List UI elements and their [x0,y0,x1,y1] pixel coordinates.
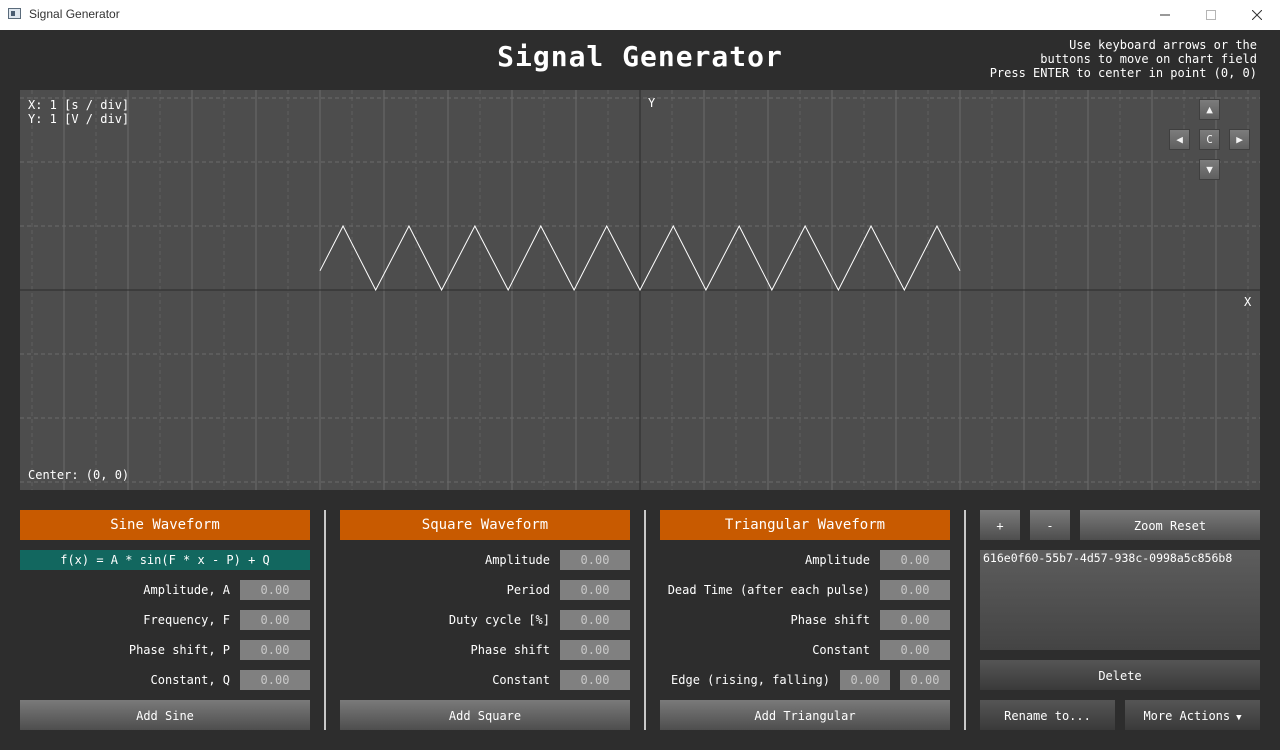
square-period-input[interactable] [560,580,630,600]
square-duty-input[interactable] [560,610,630,630]
sine-header: Sine Waveform [20,510,310,540]
delete-button[interactable]: Delete [980,660,1260,690]
square-amplitude-label: Amplitude [484,553,550,567]
maximize-button[interactable] [1188,0,1234,30]
y-axis-label: Y [648,96,656,110]
more-actions-label: More Actions [1143,709,1231,723]
triangular-amplitude-input[interactable] [880,550,950,570]
square-phase-label: Phase shift [470,643,550,657]
center-button[interactable]: C [1199,129,1220,150]
move-down-button[interactable]: ▼ [1199,159,1220,180]
panel-divider [324,510,326,730]
window-title: Signal Generator [29,7,120,21]
x-axis-label: X [1244,295,1252,309]
sine-amplitude-input[interactable] [240,580,310,600]
chart-center-readout: Center: (0, 0) [28,468,130,482]
rename-button[interactable]: Rename to... [980,700,1115,730]
sine-frequency-label: Frequency, F [143,613,230,627]
move-left-button[interactable]: ◀ [1169,129,1190,150]
close-button[interactable] [1234,0,1280,30]
more-actions-button[interactable]: More Actions ▼ [1125,700,1260,730]
arrow-left-icon: ◀ [1176,133,1183,146]
triangular-constant-label: Constant [812,643,870,657]
add-square-button[interactable]: Add Square [340,700,630,730]
app-icon [8,8,21,19]
sine-amplitude-label: Amplitude, A [143,583,230,597]
minimize-button[interactable] [1142,0,1188,30]
panel-divider [644,510,646,730]
sine-formula: f(x) = A * sin(F * x - P) + Q [20,550,310,570]
zoom-in-button[interactable]: + [980,510,1020,540]
panel-divider [964,510,966,730]
square-amplitude-input[interactable] [560,550,630,570]
triangular-edge-falling-input[interactable] [900,670,950,690]
triangular-amplitude-label: Amplitude [804,553,870,567]
triangular-constant-input[interactable] [880,640,950,660]
move-right-button[interactable]: ▶ [1229,129,1250,150]
add-sine-button[interactable]: Add Sine [20,700,310,730]
square-duty-label: Duty cycle [%] [448,613,550,627]
arrow-down-icon: ▼ [1206,163,1213,176]
chart-area[interactable]: X: 1 [s / div] Y: 1 [V / div] Y X Center… [20,90,1260,490]
scale-x-text: X: 1 [s / div] [28,98,130,112]
square-phase-input[interactable] [560,640,630,660]
center-label: C [1206,133,1213,146]
move-up-button[interactable]: ▲ [1199,99,1220,120]
sine-frequency-input[interactable] [240,610,310,630]
sine-constant-input[interactable] [240,670,310,690]
sine-phase-input[interactable] [240,640,310,660]
triangular-edge-label: Edge (rising, falling) [671,673,830,687]
signal-list[interactable]: 616e0f60-55b7-4d57-938c-0998a5c856b8 [980,550,1260,650]
list-item[interactable]: 616e0f60-55b7-4d57-938c-0998a5c856b8 [983,551,1232,565]
triangular-deadtime-label: Dead Time (after each pulse) [667,583,870,597]
chart-plot [20,90,1260,490]
maximize-icon [1206,10,1216,20]
zoom-out-button[interactable]: - [1030,510,1070,540]
triangular-deadtime-input[interactable] [880,580,950,600]
square-constant-label: Constant [492,673,550,687]
triangular-edge-rising-input[interactable] [840,670,890,690]
window-titlebar: Signal Generator [0,0,1280,30]
zoom-reset-button[interactable]: Zoom Reset [1080,510,1260,540]
triangular-phase-label: Phase shift [790,613,870,627]
sine-phase-label: Phase shift, P [128,643,230,657]
arrow-right-icon: ▶ [1236,133,1243,146]
scale-y-text: Y: 1 [V / div] [28,112,130,126]
navigation-hint: Use keyboard arrows or the buttons to mo… [989,38,1257,80]
square-constant-input[interactable] [560,670,630,690]
sine-constant-label: Constant, Q [150,673,230,687]
square-header: Square Waveform [340,510,630,540]
triangular-header: Triangular Waveform [660,510,950,540]
square-period-label: Period [506,583,550,597]
add-triangular-button[interactable]: Add Triangular [660,700,950,730]
chart-scale-readout: X: 1 [s / div] Y: 1 [V / div] [28,98,129,126]
caret-down-icon: ▼ [1236,713,1242,723]
arrow-up-icon: ▲ [1206,103,1213,116]
minimize-icon [1160,14,1170,16]
triangular-phase-input[interactable] [880,610,950,630]
close-icon [1252,10,1262,20]
